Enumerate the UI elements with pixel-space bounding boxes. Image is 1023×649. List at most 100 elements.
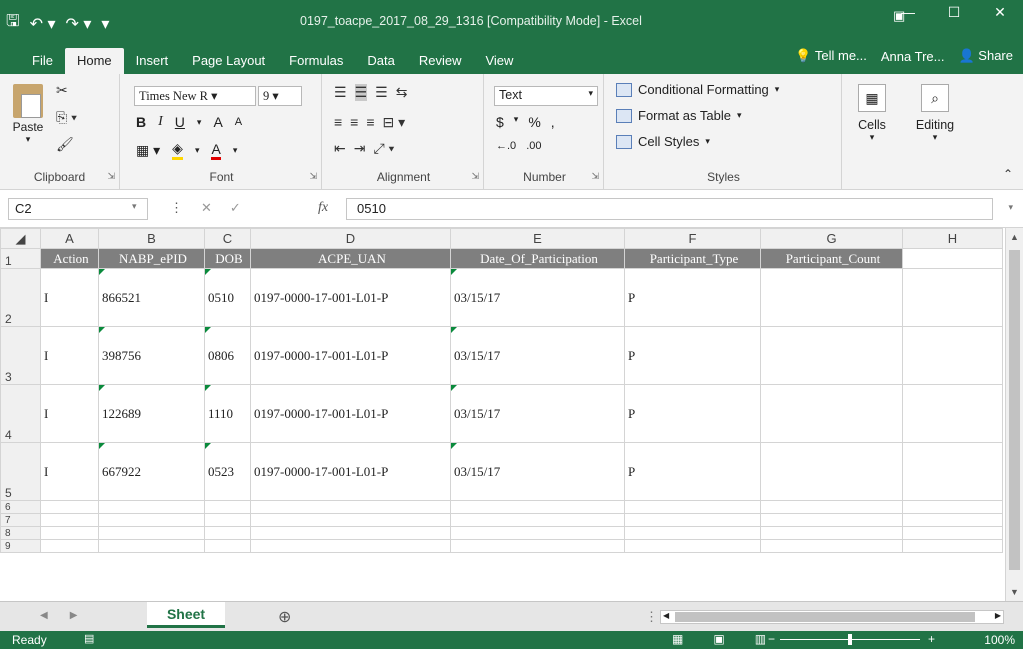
sheet-tab[interactable]: Sheet xyxy=(147,602,225,628)
cell[interactable] xyxy=(98,526,205,540)
cell[interactable] xyxy=(204,539,251,553)
header-cell[interactable]: Date_Of_Participation xyxy=(450,248,625,269)
row-header[interactable]: 5 xyxy=(0,442,41,501)
cell[interactable] xyxy=(40,526,99,540)
cell[interactable]: 0523 xyxy=(204,442,251,501)
vertical-scrollbar[interactable]: ▲ ▼ xyxy=(1005,228,1023,601)
expand-formula-bar-icon[interactable]: ▾ xyxy=(1008,202,1013,213)
cell[interactable]: 03/15/17 xyxy=(450,326,625,385)
chevron-down-icon[interactable]: ▾ xyxy=(132,201,137,212)
tab-page-layout[interactable]: Page Layout xyxy=(180,48,277,74)
scroll-down-icon[interactable]: ▼ xyxy=(1010,587,1019,597)
row-header[interactable]: 8 xyxy=(0,526,41,540)
row-header[interactable]: 2 xyxy=(0,268,41,327)
cell[interactable] xyxy=(902,539,1003,553)
align-center-icon[interactable]: ≡ xyxy=(350,114,358,131)
column-header[interactable]: E xyxy=(450,228,625,249)
font-name-select[interactable]: Times New R ▾ xyxy=(134,86,256,106)
row-header[interactable]: 1 xyxy=(0,248,41,269)
format-as-table-button[interactable]: Format as Table ▾ xyxy=(616,108,742,123)
orientation-icon[interactable]: ⤢ ▾ xyxy=(373,140,394,157)
user-name[interactable]: Anna Tre... xyxy=(881,49,945,64)
cell[interactable]: I xyxy=(40,326,99,385)
cell[interactable] xyxy=(40,513,99,527)
normal-view-icon[interactable]: ▦ xyxy=(672,632,683,646)
macro-recording-icon[interactable]: ▤ xyxy=(84,632,94,645)
cell[interactable]: I xyxy=(40,384,99,443)
format-painter-icon[interactable]: 🖌 xyxy=(56,136,77,153)
cell[interactable]: 0806 xyxy=(204,326,251,385)
cell[interactable] xyxy=(760,513,903,527)
cell[interactable] xyxy=(760,500,903,514)
italic-button[interactable]: I xyxy=(158,114,163,130)
tab-formulas[interactable]: Formulas xyxy=(277,48,355,74)
header-cell[interactable]: DOB xyxy=(204,248,251,269)
column-header[interactable]: H xyxy=(902,228,1003,249)
cut-icon[interactable]: ✂ xyxy=(56,82,77,99)
more-icon[interactable]: ⋮ xyxy=(170,200,183,216)
horizontal-scrollbar[interactable]: ◀ ▶ xyxy=(660,610,1004,624)
merge-center-icon[interactable]: ⊟ ▾ xyxy=(383,114,406,131)
cell[interactable] xyxy=(450,526,625,540)
add-sheet-icon[interactable]: ⊕ xyxy=(278,607,291,627)
row-header[interactable]: 3 xyxy=(0,326,41,385)
cell[interactable] xyxy=(40,539,99,553)
increase-indent-icon[interactable]: ⇥ xyxy=(354,140,366,157)
scroll-up-icon[interactable]: ▲ xyxy=(1010,232,1019,242)
scroll-left-icon[interactable]: ◀ xyxy=(663,611,669,620)
scroll-right-icon[interactable]: ▶ xyxy=(995,611,1001,620)
cell[interactable] xyxy=(624,539,761,553)
formula-input[interactable]: 0510 xyxy=(346,198,993,220)
cell[interactable] xyxy=(250,513,451,527)
customize-qat-icon[interactable]: ▾ xyxy=(101,14,109,34)
wrap-text-icon[interactable]: ⇆ xyxy=(396,84,408,101)
select-all-corner[interactable]: ◢ xyxy=(0,228,41,249)
page-layout-view-icon[interactable]: ▣ xyxy=(713,632,724,646)
cell[interactable] xyxy=(204,513,251,527)
zoom-out-icon[interactable]: − xyxy=(768,632,775,646)
cell[interactable]: 398756 xyxy=(98,326,205,385)
cell[interactable] xyxy=(250,500,451,514)
underline-button[interactable]: U xyxy=(175,114,185,130)
dialog-launcher-icon[interactable]: ⇲ xyxy=(591,171,599,182)
chevron-down-icon[interactable]: ▾ xyxy=(195,145,200,156)
cell[interactable] xyxy=(624,500,761,514)
close-button[interactable]: ✕ xyxy=(977,4,1023,21)
fill-color-icon[interactable]: ◈ xyxy=(172,140,183,160)
tab-insert[interactable]: Insert xyxy=(124,48,181,74)
undo-icon[interactable]: ↶ ▾ xyxy=(30,14,56,34)
cell[interactable] xyxy=(40,500,99,514)
align-left-icon[interactable]: ≡ xyxy=(334,114,342,131)
insert-function-button[interactable]: fx xyxy=(318,200,328,216)
minimize-button[interactable]: — xyxy=(885,4,931,21)
scroll-thumb[interactable] xyxy=(1009,250,1020,570)
cell[interactable] xyxy=(902,326,1003,385)
share-button[interactable]: 👤 Share xyxy=(958,48,1013,64)
column-header[interactable]: F xyxy=(624,228,761,249)
cell[interactable]: P xyxy=(624,326,761,385)
cell[interactable]: 0197-0000-17-001-L01-P xyxy=(250,268,451,327)
tab-home[interactable]: Home xyxy=(64,48,124,74)
row-header[interactable]: 7 xyxy=(0,513,41,527)
cell[interactable] xyxy=(902,526,1003,540)
cell-styles-button[interactable]: Cell Styles ▾ xyxy=(616,134,710,149)
cell[interactable]: 03/15/17 xyxy=(450,268,625,327)
cell[interactable]: 122689 xyxy=(98,384,205,443)
cell[interactable] xyxy=(760,326,903,385)
cell[interactable]: 03/15/17 xyxy=(450,384,625,443)
dialog-launcher-icon[interactable]: ⇲ xyxy=(309,171,317,182)
paste-button[interactable]: Paste ▾ xyxy=(8,84,48,145)
comma-button[interactable]: , xyxy=(551,114,555,130)
cell[interactable]: I xyxy=(40,442,99,501)
editing-button[interactable]: ⌕ Editing ▾ xyxy=(910,84,960,143)
cell[interactable] xyxy=(760,442,903,501)
align-top-icon[interactable]: ☰ xyxy=(334,84,347,101)
chevron-down-icon[interactable]: ▾ xyxy=(514,114,519,130)
align-bottom-icon[interactable]: ☰ xyxy=(375,84,388,101)
column-header[interactable]: G xyxy=(760,228,903,249)
row-header[interactable]: 6 xyxy=(0,500,41,514)
cell[interactable]: 0197-0000-17-001-L01-P xyxy=(250,326,451,385)
cell[interactable] xyxy=(98,513,205,527)
cancel-icon[interactable]: ✕ xyxy=(201,200,212,216)
cell[interactable] xyxy=(250,526,451,540)
